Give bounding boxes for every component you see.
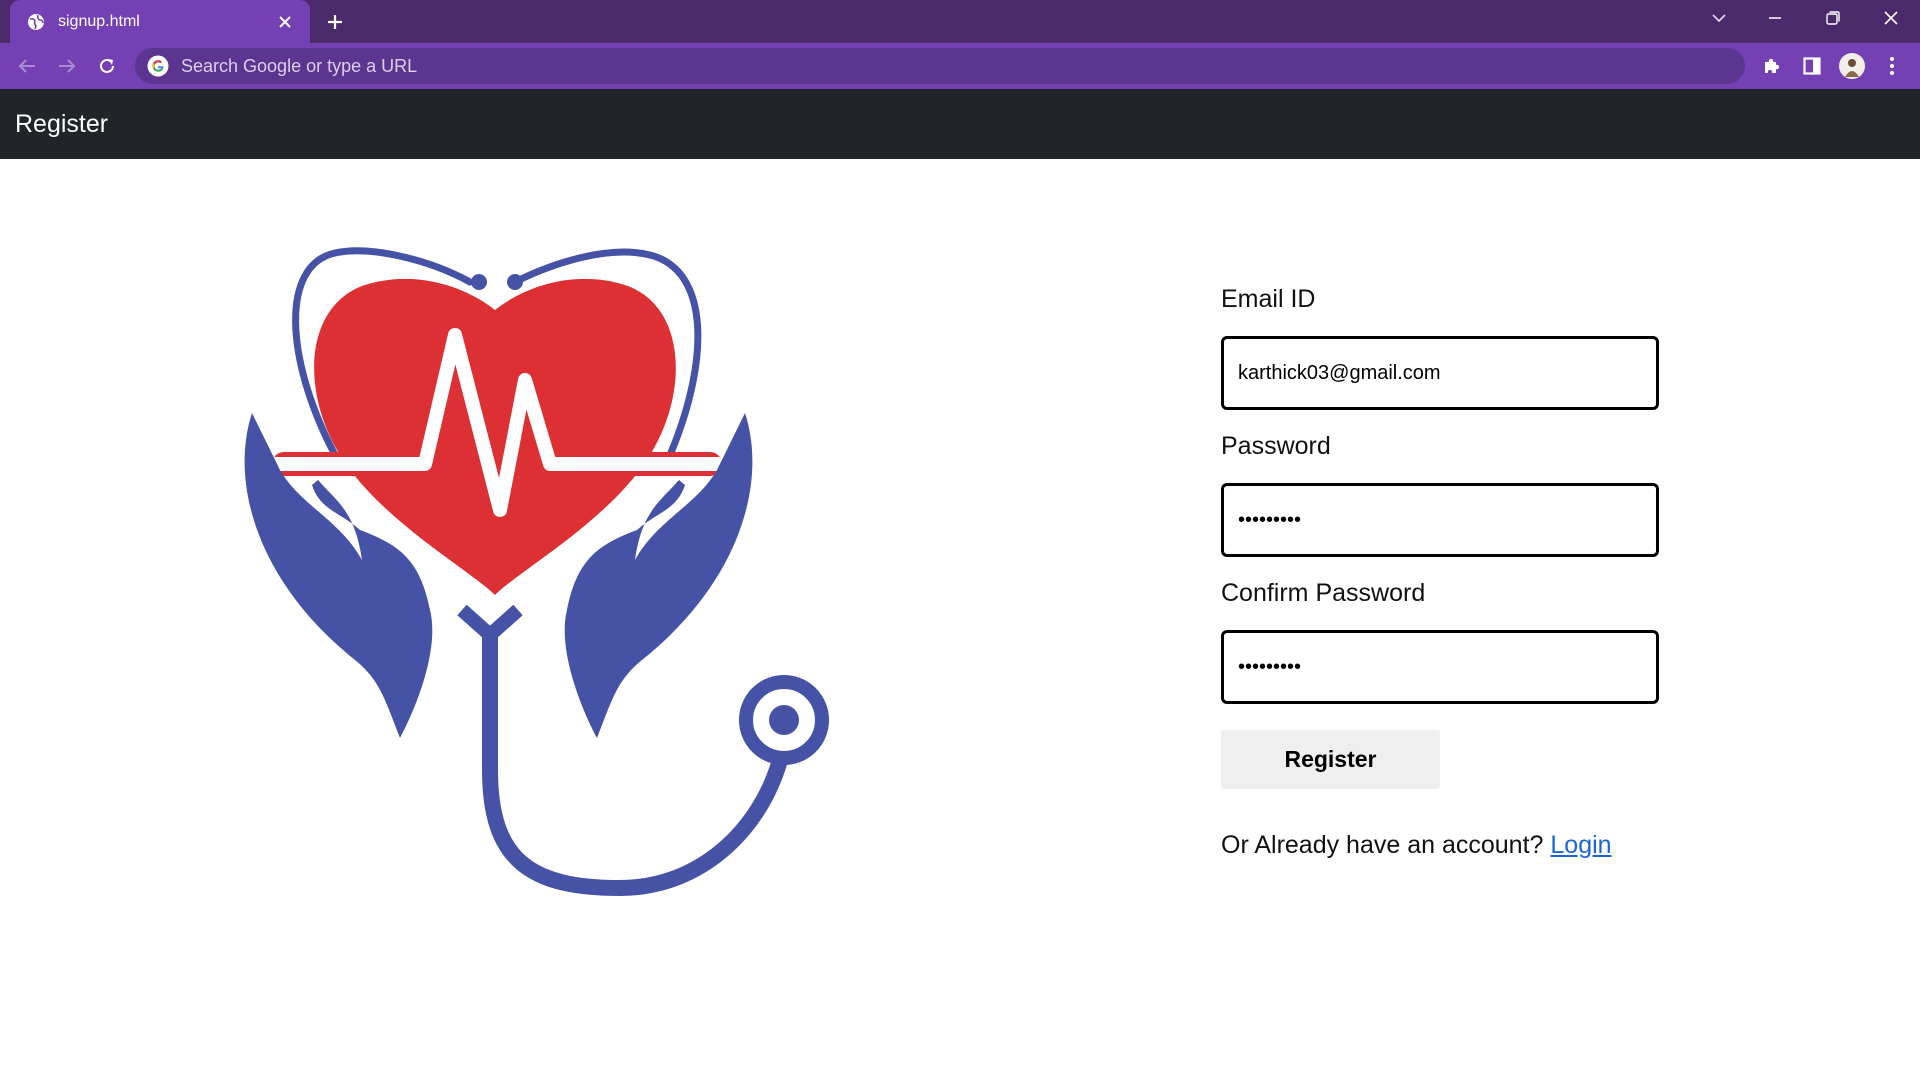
login-link[interactable]: Login [1550,831,1611,859]
navbar-brand[interactable]: Register [15,110,108,139]
puzzle-icon[interactable] [1758,52,1786,80]
back-icon[interactable] [13,52,41,80]
close-window-icon[interactable] [1863,0,1919,36]
health-logo [244,247,829,897]
kebab-menu-icon[interactable] [1878,52,1906,80]
plus-icon[interactable] [322,9,348,35]
minimize-icon[interactable] [1747,0,1803,36]
email-field[interactable] [1221,336,1659,410]
email-label: Email ID [1221,285,1316,313]
restore-icon[interactable] [1805,0,1861,36]
chevron-down-icon[interactable] [1691,0,1747,36]
omnibox-input[interactable] [179,54,1683,78]
app-navbar: Register [0,89,1920,159]
password-label: Password [1221,432,1331,460]
close-icon[interactable] [274,11,296,33]
password-field[interactable] [1221,483,1659,557]
google-icon [147,55,169,77]
login-prompt-text: Or Already have an account? [1221,831,1544,859]
sidepanel-icon[interactable] [1798,52,1826,80]
forward-icon[interactable] [53,52,81,80]
browser-toolbar [0,43,1920,89]
browser-tabstrip: signup.html [0,0,1920,43]
avatar[interactable] [1838,52,1866,80]
login-prompt: Or Already have an account? Login [1221,831,1661,860]
address-bar[interactable] [135,48,1745,84]
confirm-password-field[interactable] [1221,630,1659,704]
register-button[interactable]: Register [1221,730,1440,789]
globe-icon [26,12,46,32]
tab-title: signup.html [58,12,140,30]
confirm-password-label: Confirm Password [1221,579,1426,607]
reload-icon[interactable] [93,52,121,80]
browser-tab[interactable]: signup.html [10,0,310,43]
signup-form: Email ID Password Confirm Password Regis… [1221,285,1661,860]
